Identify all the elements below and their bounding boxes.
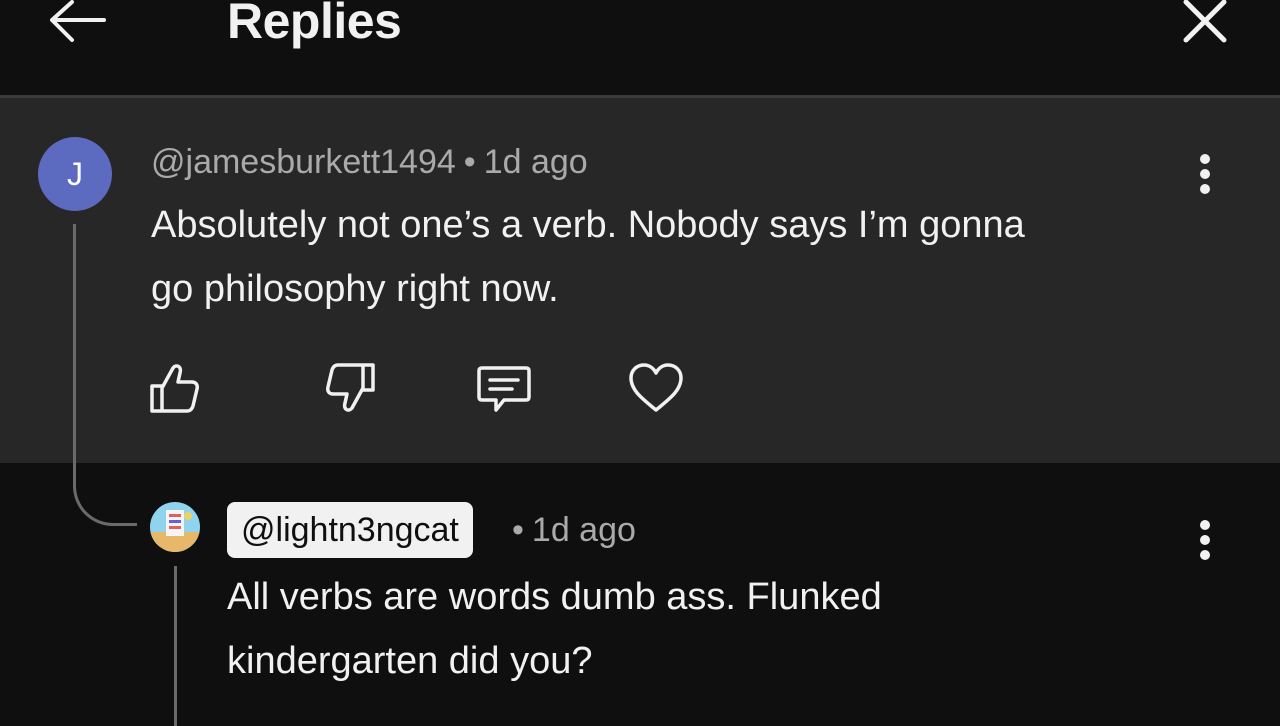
parent-comment-meta: @jamesburkett1494 • 1d ago bbox=[151, 143, 588, 182]
reply-comment-text: All verbs are words dumb ass. Flunked ki… bbox=[227, 565, 882, 693]
back-button[interactable] bbox=[46, 0, 108, 46]
comment-line: All verbs are words dumb ass. Flunked bbox=[227, 576, 882, 618]
close-button[interactable] bbox=[1180, 0, 1230, 46]
avatar[interactable]: J bbox=[38, 137, 112, 211]
reply-button[interactable] bbox=[474, 358, 534, 418]
heart-icon bbox=[629, 363, 683, 412]
reply-author-handle[interactable]: @lightn3ngcat bbox=[227, 502, 473, 558]
reply-icon bbox=[477, 366, 531, 412]
avatar[interactable] bbox=[150, 502, 200, 552]
reply-more-options-button[interactable] bbox=[1190, 516, 1220, 566]
thread-line bbox=[73, 224, 76, 454]
cat-avatar-image bbox=[150, 502, 200, 552]
parent-comment-text: Absolutely not one’s a verb. Nobody says… bbox=[151, 193, 1025, 321]
heart-button[interactable] bbox=[626, 358, 686, 418]
comment-line: go philosophy right now. bbox=[151, 268, 559, 310]
thumbs-up-icon bbox=[150, 364, 199, 413]
thumbs-down-icon bbox=[326, 363, 375, 412]
parent-timestamp[interactable]: 1d ago bbox=[484, 143, 588, 181]
reply-author: @lightn3ngcat bbox=[241, 510, 459, 549]
meta-separator: • bbox=[463, 143, 476, 181]
close-icon bbox=[1183, 0, 1227, 43]
reply-timestamp[interactable]: 1d ago bbox=[532, 511, 636, 549]
avatar-letter: J bbox=[67, 155, 83, 192]
thread-line bbox=[174, 566, 177, 726]
comment-line: kindergarten did you? bbox=[227, 640, 593, 682]
comment-line: Absolutely not one’s a verb. Nobody says… bbox=[151, 204, 1025, 246]
thread-connector bbox=[73, 454, 137, 526]
back-arrow-icon bbox=[50, 0, 106, 42]
parent-author[interactable]: @jamesburkett1494 bbox=[151, 143, 456, 181]
page-title: Replies bbox=[227, 0, 402, 49]
like-button[interactable] bbox=[145, 358, 205, 418]
replies-header: Replies bbox=[0, 0, 1280, 95]
reply-comment-meta: • 1d ago bbox=[512, 511, 636, 550]
parent-more-options-button[interactable] bbox=[1190, 150, 1220, 200]
dislike-button[interactable] bbox=[320, 358, 380, 418]
meta-separator: • bbox=[512, 511, 524, 549]
